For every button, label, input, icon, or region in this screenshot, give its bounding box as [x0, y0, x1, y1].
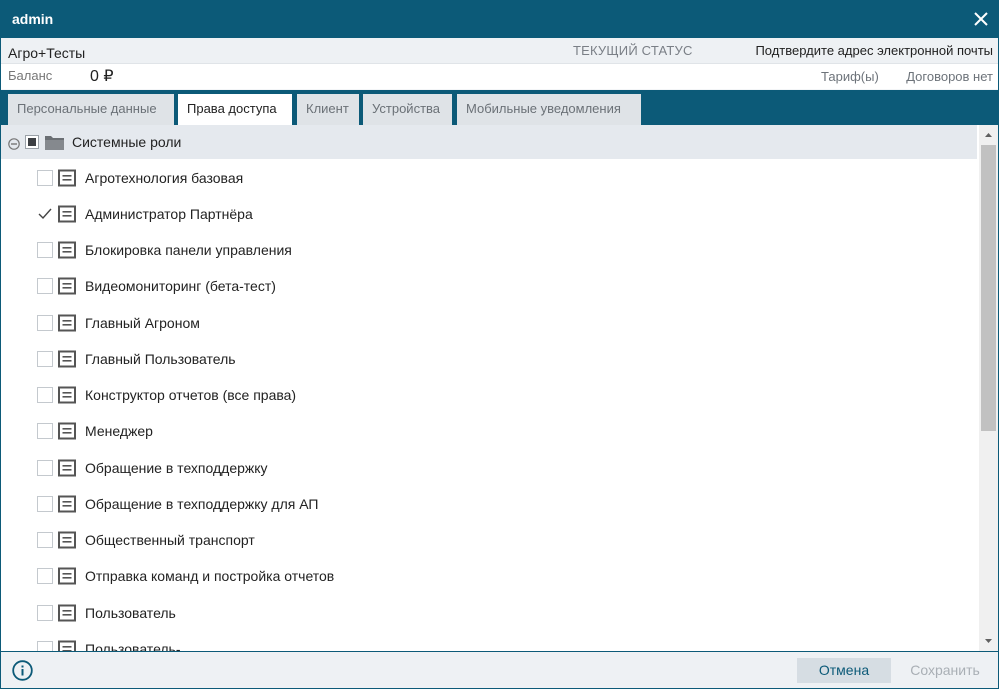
role-item[interactable]: Администратор Партнёра [1, 196, 977, 232]
tab-access-rights[interactable]: Права доступа [178, 94, 292, 125]
role-checkbox[interactable] [37, 387, 53, 403]
info-icon[interactable] [12, 660, 33, 681]
list-card-icon [58, 640, 76, 651]
current-status-label: ТЕКУЩИЙ СТАТУС [573, 43, 693, 58]
info-row-bottom: Баланс 0 ₽ Тариф(ы) Договоров нет [1, 64, 998, 89]
role-label: Главный Агроном [85, 315, 200, 331]
list-card-icon [58, 386, 76, 404]
role-checkbox[interactable] [37, 351, 53, 367]
balance-label: Баланс [8, 68, 53, 83]
role-item[interactable]: Конструктор отчетов (все права) [1, 377, 977, 413]
tree-root-system-roles[interactable]: Системные роли [1, 125, 977, 159]
role-checkbox[interactable] [37, 568, 53, 584]
scroll-up-arrow-icon[interactable] [979, 125, 998, 145]
list-card-icon [58, 531, 76, 549]
role-checkbox[interactable] [37, 641, 53, 651]
role-checkbox[interactable] [37, 170, 53, 186]
role-item[interactable]: Блокировка панели управления [1, 232, 977, 268]
list-card-icon [58, 495, 76, 513]
role-checkbox[interactable] [37, 460, 53, 476]
balance-value: 0 ₽ [90, 68, 114, 85]
role-item[interactable]: Общественный транспорт [1, 522, 977, 558]
account-info-bar: Агро+Тесты ТЕКУЩИЙ СТАТУС Подтвердите ад… [1, 38, 998, 90]
list-card-icon [58, 604, 76, 622]
role-checkbox[interactable] [37, 496, 53, 512]
role-item[interactable]: Обращение в техподдержку для АП [1, 486, 977, 522]
role-label: Обращение в техподдержку для АП [85, 496, 319, 512]
role-checkbox[interactable] [37, 315, 53, 331]
tab-client[interactable]: Клиент [297, 94, 359, 125]
role-item[interactable]: Видеомониторинг (бета-тест) [1, 268, 977, 304]
role-label: Пользователь [85, 605, 176, 621]
check-icon [38, 208, 52, 220]
role-checkbox[interactable] [37, 423, 53, 439]
minus-circle-icon[interactable] [8, 137, 20, 150]
role-label: Главный Пользователь [85, 351, 236, 367]
role-item[interactable]: Менеджер [1, 413, 977, 449]
title-bar: admin [1, 1, 998, 38]
tab-mobile-notifications[interactable]: Мобильные уведомления [457, 94, 641, 125]
role-checkbox[interactable] [37, 605, 53, 621]
dialog-footer: Отмена Сохранить [1, 651, 998, 688]
role-item[interactable]: Главный Пользователь [1, 341, 977, 377]
role-label: Конструктор отчетов (все права) [85, 387, 297, 403]
info-row-top: Агро+Тесты ТЕКУЩИЙ СТАТУС Подтвердите ад… [1, 38, 998, 64]
list-card-icon [58, 314, 76, 332]
roles-tree: Системные роли Агротехнология базовая Адм… [1, 125, 979, 651]
email-status-link[interactable]: Подтвердите адрес электронной почты [755, 43, 993, 58]
role-item[interactable]: Отправка команд и постройка отчетов [1, 558, 977, 594]
role-item[interactable]: Обращение в техподдержку [1, 450, 977, 486]
contracts-text: Договоров нет [906, 69, 993, 84]
role-label: Видеомониторинг (бета-тест) [85, 278, 276, 294]
role-checkbox[interactable] [37, 242, 53, 258]
list-card-icon [58, 459, 76, 477]
role-label: Общественный транспорт [85, 532, 255, 548]
tab-devices[interactable]: Устройства [363, 94, 452, 125]
tab-bar: Персональные данные Права доступа Клиент… [1, 90, 998, 125]
root-partial-checkbox[interactable] [25, 135, 39, 149]
role-checkbox[interactable] [37, 532, 53, 548]
root-label: Системные роли [72, 134, 182, 150]
cancel-button[interactable]: Отмена [797, 658, 891, 683]
role-checkbox[interactable] [37, 278, 53, 294]
tariff-link[interactable]: Тариф(ы) [821, 69, 879, 84]
role-item[interactable]: Пользователь- [1, 631, 977, 651]
folder-icon [44, 133, 65, 151]
list-card-icon [58, 567, 76, 585]
dialog-window: admin Агро+Тесты ТЕКУЩИЙ СТАТУС Подтверд… [0, 0, 999, 689]
role-label: Администратор Партнёра [85, 206, 253, 222]
role-label: Обращение в техподдержку [85, 460, 268, 476]
role-item[interactable]: Главный Агроном [1, 305, 977, 341]
list-card-icon [58, 422, 76, 440]
role-label: Блокировка панели управления [85, 242, 292, 258]
role-label: Пользователь- [85, 641, 181, 651]
scroll-down-arrow-icon[interactable] [979, 631, 998, 651]
list-card-icon [58, 241, 76, 259]
vertical-scrollbar[interactable] [979, 125, 998, 651]
list-card-icon [58, 350, 76, 368]
role-label: Агротехнология базовая [85, 170, 244, 186]
org-name: Агро+Тесты [8, 45, 86, 61]
role-checkbox-checked[interactable] [37, 206, 53, 222]
role-label: Менеджер [85, 423, 153, 439]
role-label: Отправка команд и постройка отчетов [85, 568, 335, 584]
tab-personal-data[interactable]: Персональные данные [8, 94, 174, 125]
close-icon[interactable] [970, 8, 992, 30]
role-item[interactable]: Агротехнология базовая [1, 160, 977, 196]
list-card-icon [58, 277, 76, 295]
list-card-icon [58, 205, 76, 223]
scroll-thumb[interactable] [981, 145, 996, 431]
list-card-icon [58, 169, 76, 187]
save-button[interactable]: Сохранить [899, 658, 991, 683]
window-title: admin [12, 11, 54, 27]
role-item[interactable]: Пользователь [1, 595, 977, 631]
